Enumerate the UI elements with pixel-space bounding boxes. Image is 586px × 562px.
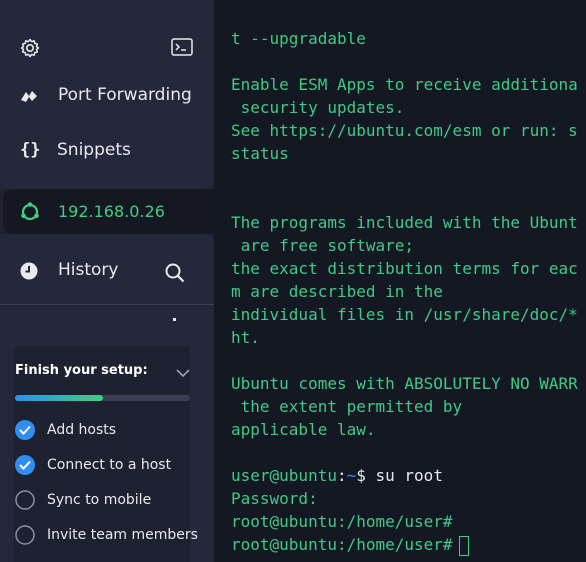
- task-sync-mobile[interactable]: Sync to mobile: [14, 488, 194, 514]
- prompt-symbol: $: [356, 466, 376, 485]
- sidebar: Port Forwarding {} Snippets 192.168.0.26…: [0, 0, 214, 562]
- host-address: 192.168.0.26: [58, 202, 165, 221]
- sidebar-top-icons: [0, 0, 214, 72]
- setup-progress-fill: [15, 395, 103, 401]
- snippets-icon: {}: [20, 140, 41, 160]
- task-add-hosts[interactable]: Add hosts: [14, 418, 194, 444]
- terminal-line: t --upgradable: [231, 29, 366, 48]
- prompt-path: ~: [346, 466, 357, 485]
- terminal-line: the extent permitted by: [231, 397, 463, 416]
- terminal-line: the exact distribution terms for eac: [231, 259, 578, 278]
- terminal-icon[interactable]: [171, 38, 193, 56]
- terminal-line: The programs included with the Ubunt: [231, 213, 578, 232]
- sidebar-item-label: Port Forwarding: [58, 85, 192, 105]
- terminal-cursor[interactable]: [458, 535, 469, 556]
- sidebar-item-label: History: [58, 260, 119, 280]
- ubuntu-icon: [19, 201, 41, 223]
- terminal-active-line: root@ubuntu:/home/user#: [231, 533, 469, 556]
- sidebar-divider: [0, 304, 214, 305]
- setup-progress-bar: [15, 395, 190, 401]
- task-connect-host[interactable]: Connect to a host: [14, 453, 194, 479]
- task-label: Sync to mobile: [47, 492, 152, 508]
- terminal-line: See https://ubuntu.com/esm or run: s: [231, 121, 578, 140]
- task-label: Add hosts: [47, 422, 117, 438]
- task-label: Connect to a host: [47, 457, 172, 473]
- terminal-line: are free software;: [231, 236, 415, 255]
- chevron-down-icon[interactable]: [176, 364, 190, 378]
- prompt-user: user@ubuntu: [231, 466, 337, 485]
- setup-title: Finish your setup:: [15, 363, 148, 378]
- gear-icon[interactable]: [19, 37, 41, 59]
- sidebar-item-host[interactable]: 192.168.0.26: [3, 189, 214, 234]
- check-circle-icon: [15, 455, 35, 475]
- terminal-line: individual files in /usr/share/doc/*: [231, 305, 578, 324]
- terminal-line: applicable law.: [231, 420, 376, 439]
- sidebar-item-label: Snippets: [57, 140, 131, 160]
- history-icon: [18, 260, 42, 282]
- terminal-output[interactable]: t --upgradable Enable ESM Apps to receiv…: [214, 0, 586, 562]
- terminal-line: Password:: [231, 489, 318, 508]
- prompt-command: su root: [375, 466, 443, 485]
- check-circle-icon: [15, 420, 35, 440]
- search-icon[interactable]: [164, 262, 186, 284]
- terminal-line: status: [231, 144, 289, 163]
- scroll-indicator: [173, 318, 176, 321]
- prompt-separator: :: [336, 466, 347, 485]
- empty-circle-icon: [15, 525, 35, 545]
- terminal-line: m are described in the: [231, 282, 443, 301]
- terminal-line: ht.: [231, 328, 260, 347]
- empty-circle-icon: [15, 490, 35, 510]
- root-prompt: root@ubuntu:/home/user#: [231, 535, 453, 554]
- terminal-prompt-line: user@ubuntu:~$ su root: [231, 464, 443, 487]
- sidebar-item-snippets[interactable]: {} Snippets: [0, 129, 214, 173]
- terminal-line: security updates.: [231, 98, 405, 117]
- terminal-line: Ubuntu comes with ABSOLUTELY NO WARR: [231, 374, 578, 393]
- setup-checklist: Finish your setup: Add hosts Connect to …: [14, 346, 198, 562]
- terminal-line: Enable ESM Apps to receive additiona: [231, 75, 578, 94]
- task-invite-team[interactable]: Invite team members: [14, 523, 198, 549]
- port-forwarding-icon: [18, 85, 42, 107]
- task-label: Invite team members: [47, 527, 198, 543]
- terminal-line: root@ubuntu:/home/user#: [231, 512, 453, 531]
- sidebar-item-port-forwarding[interactable]: Port Forwarding: [0, 74, 214, 118]
